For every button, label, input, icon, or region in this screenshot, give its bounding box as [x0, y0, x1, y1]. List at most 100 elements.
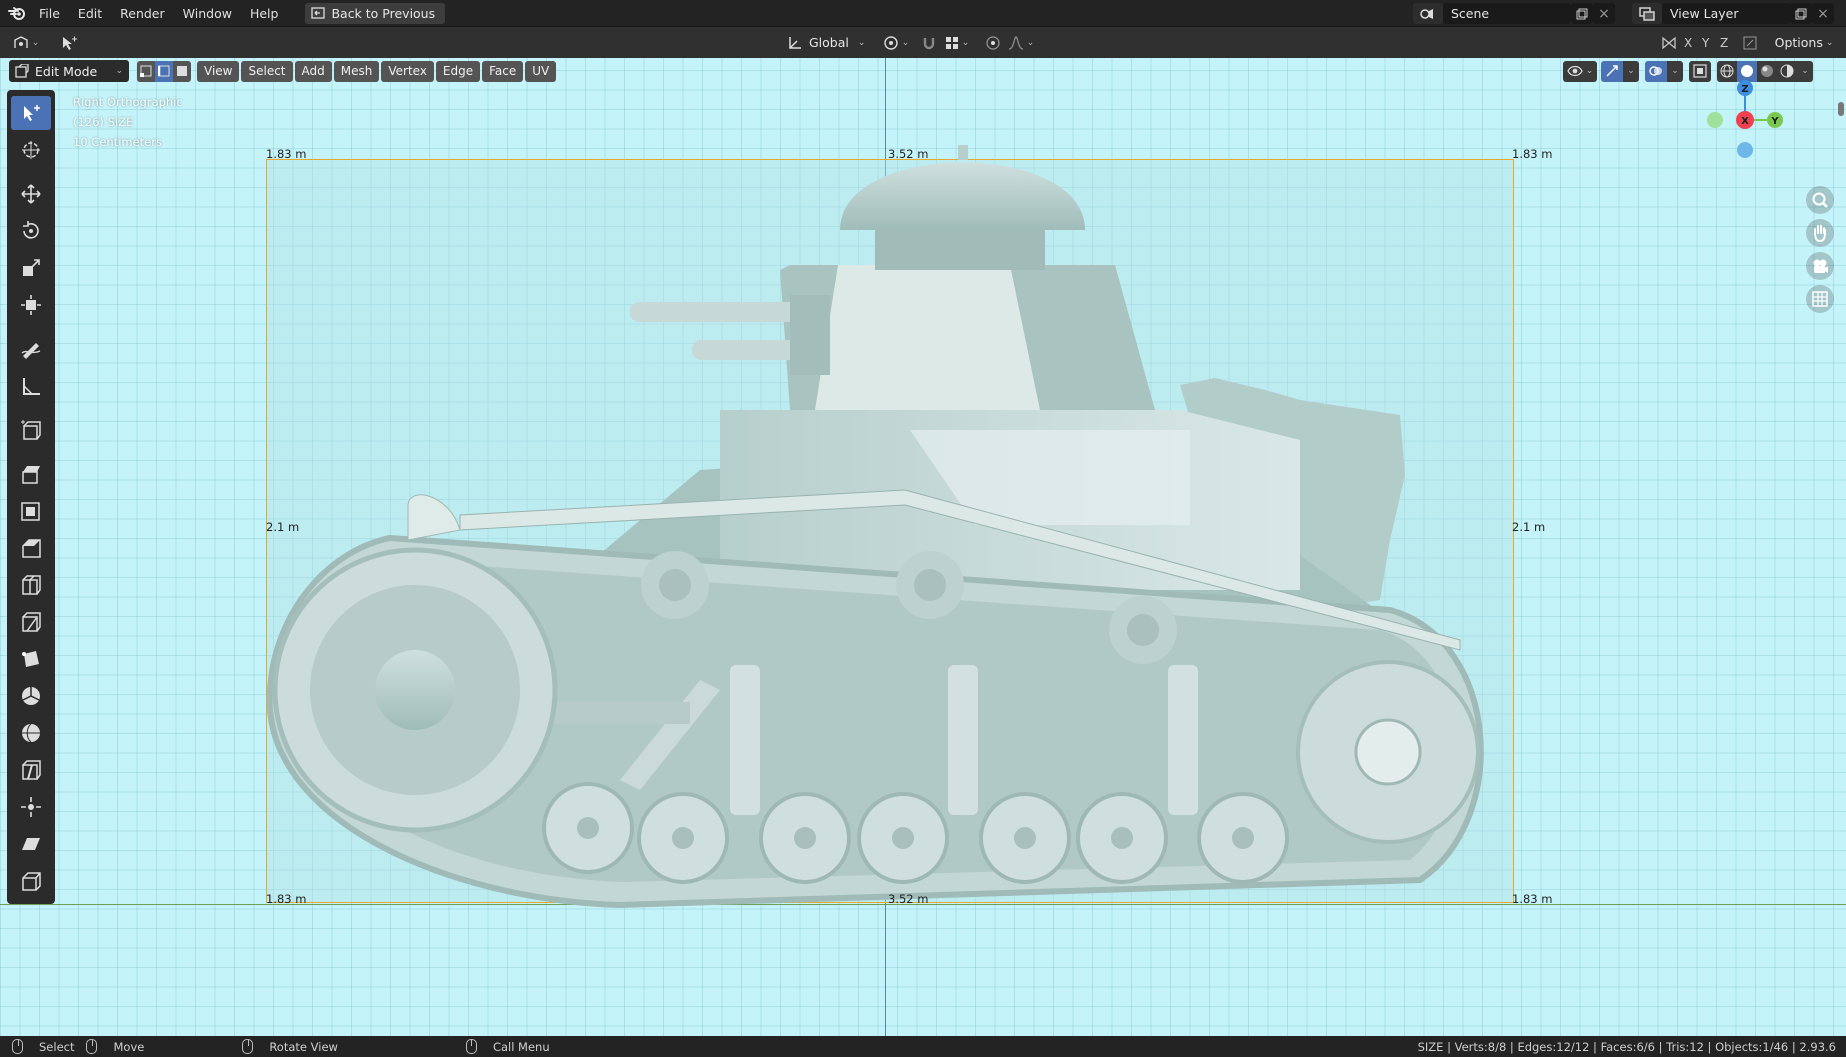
wireframe-shading-button[interactable] [1717, 61, 1737, 82]
delete-scene-button[interactable]: × [1593, 3, 1615, 24]
solid-shading-button[interactable] [1737, 60, 1757, 82]
perspective-toggle-button[interactable] [1806, 285, 1834, 313]
mode-dropdown[interactable]: Edit Mode ⌄ [9, 60, 129, 82]
menu-edge[interactable]: Edge [435, 60, 481, 82]
auto-merge-icon [1743, 36, 1757, 49]
menu-uv[interactable]: UV [525, 60, 557, 82]
xray-icon [1693, 64, 1707, 78]
select-box-mode-button[interactable] [56, 32, 82, 54]
tool-bevel[interactable] [11, 531, 51, 565]
spin-icon [22, 687, 40, 705]
tool-scale[interactable] [11, 251, 51, 285]
mode-label: Edit Mode [35, 63, 98, 79]
tool-shear[interactable] [11, 827, 51, 861]
face-select-mode-button[interactable] [173, 61, 191, 82]
menu-add[interactable]: Add [294, 60, 332, 82]
view-layer-browse-button[interactable] [1632, 3, 1662, 24]
tool-shrink-fatten[interactable] [11, 790, 51, 824]
viewport-scroll-handle[interactable] [1838, 102, 1844, 116]
navigation-gizmo[interactable]: Z Y X [1705, 80, 1785, 160]
tool-select-box[interactable] [11, 96, 51, 130]
smooth-sphere-icon [22, 723, 40, 743]
mirror-axis-z[interactable]: Z [1720, 36, 1728, 50]
proportional-edit-icon [986, 35, 1000, 50]
vertex-select-mode-button[interactable] [137, 61, 155, 82]
material-shading-button[interactable] [1757, 61, 1777, 82]
solid-sphere-icon [1741, 65, 1753, 77]
status-move-hint: Move [86, 1039, 144, 1054]
view-layer-name: View Layer [1670, 6, 1739, 21]
visibility-dropdown[interactable]: ⌄ [1563, 60, 1597, 82]
overlays-dropdown[interactable]: ⌄ [1667, 60, 1683, 82]
pivot-point-dropdown[interactable]: ⌄ [880, 32, 912, 54]
overlays-icon [1649, 66, 1662, 76]
tool-inset[interactable] [11, 494, 51, 528]
xray-toggle[interactable] [1689, 60, 1711, 82]
tool-loop-cut[interactable] [11, 568, 51, 602]
mirror-toggle[interactable] [1658, 32, 1680, 54]
tool-add-cube[interactable] [11, 413, 51, 447]
rendered-shading-button[interactable] [1777, 61, 1797, 82]
menu-render[interactable]: Render [111, 0, 174, 27]
scene-name-field[interactable]: Scene [1443, 3, 1571, 24]
blender-logo-icon[interactable] [4, 0, 30, 27]
menu-help[interactable]: Help [241, 0, 288, 27]
new-view-layer-button[interactable] [1790, 3, 1812, 24]
menu-select[interactable]: Select [241, 60, 293, 82]
menu-vertex[interactable]: Vertex [381, 60, 434, 82]
snap-target-dropdown[interactable]: ⌄ [942, 32, 972, 54]
edge-select-icon [158, 65, 170, 77]
proportional-edit-toggle[interactable] [982, 32, 1004, 54]
transform-orientation-dropdown[interactable]: Global ⌄ [787, 32, 873, 54]
delete-view-layer-button[interactable]: × [1812, 3, 1834, 24]
menu-view[interactable]: View [197, 60, 240, 82]
edge-select-mode-button[interactable] [155, 60, 173, 82]
auto-merge-toggle[interactable] [1740, 32, 1760, 54]
shading-options-dropdown[interactable]: ⌄ [1797, 61, 1813, 82]
tool-measure[interactable] [11, 369, 51, 403]
proportional-falloff-dropdown[interactable]: ⌄ [1006, 32, 1036, 54]
object-info-text: (126) SIZE [73, 115, 134, 129]
tool-transform[interactable] [11, 288, 51, 322]
editor-type-button[interactable]: ⌄ [10, 32, 42, 54]
mirror-axis-y[interactable]: Y [1702, 36, 1709, 50]
tool-extrude[interactable] [11, 457, 51, 491]
menu-file[interactable]: File [30, 0, 69, 27]
gizmo-dropdown[interactable]: ⌄ [1623, 60, 1639, 82]
snap-toggle[interactable] [918, 32, 940, 54]
tool-move[interactable] [11, 177, 51, 211]
menu-window[interactable]: Window [174, 0, 241, 27]
options-dropdown[interactable]: Options ⌄ [1768, 32, 1840, 54]
rendered-sphere-icon [1780, 64, 1794, 78]
tool-spin[interactable] [11, 679, 51, 713]
tool-knife[interactable] [11, 605, 51, 639]
shrink-fatten-icon [21, 797, 41, 817]
pan-button[interactable] [1806, 219, 1834, 247]
tool-smooth[interactable] [11, 716, 51, 750]
tool-cursor[interactable] [11, 133, 51, 167]
menu-edit[interactable]: Edit [69, 0, 111, 27]
3d-viewport[interactable]: Edit Mode ⌄ View Select Add Mesh Vertex … [0, 58, 1846, 1036]
mirror-axis-x[interactable]: X [1684, 36, 1692, 50]
tool-rotate[interactable] [11, 214, 51, 248]
scene-browse-button[interactable] [1413, 3, 1443, 24]
camera-view-button[interactable] [1806, 252, 1834, 280]
tool-rip-region[interactable] [11, 864, 51, 898]
status-select-label: Select [39, 1039, 75, 1054]
tool-edge-slide[interactable] [11, 753, 51, 787]
view-layer-field[interactable]: View Layer [1662, 3, 1790, 24]
zoom-button[interactable] [1806, 186, 1834, 214]
camera-icon [1813, 259, 1828, 273]
scene-name: Scene [1451, 6, 1490, 21]
scale-icon [23, 259, 40, 276]
gizmo-toggle[interactable] [1601, 60, 1623, 82]
menu-mesh[interactable]: Mesh [333, 60, 380, 82]
back-to-previous-button[interactable]: Back to Previous [305, 2, 446, 24]
poly-build-icon [22, 651, 39, 667]
menu-face[interactable]: Face [482, 60, 524, 82]
tool-annotate[interactable] [11, 332, 51, 366]
tool-poly-build[interactable] [11, 642, 51, 676]
back-to-previous-label: Back to Previous [331, 5, 436, 21]
overlays-toggle[interactable] [1645, 60, 1667, 82]
new-scene-button[interactable] [1571, 3, 1593, 24]
